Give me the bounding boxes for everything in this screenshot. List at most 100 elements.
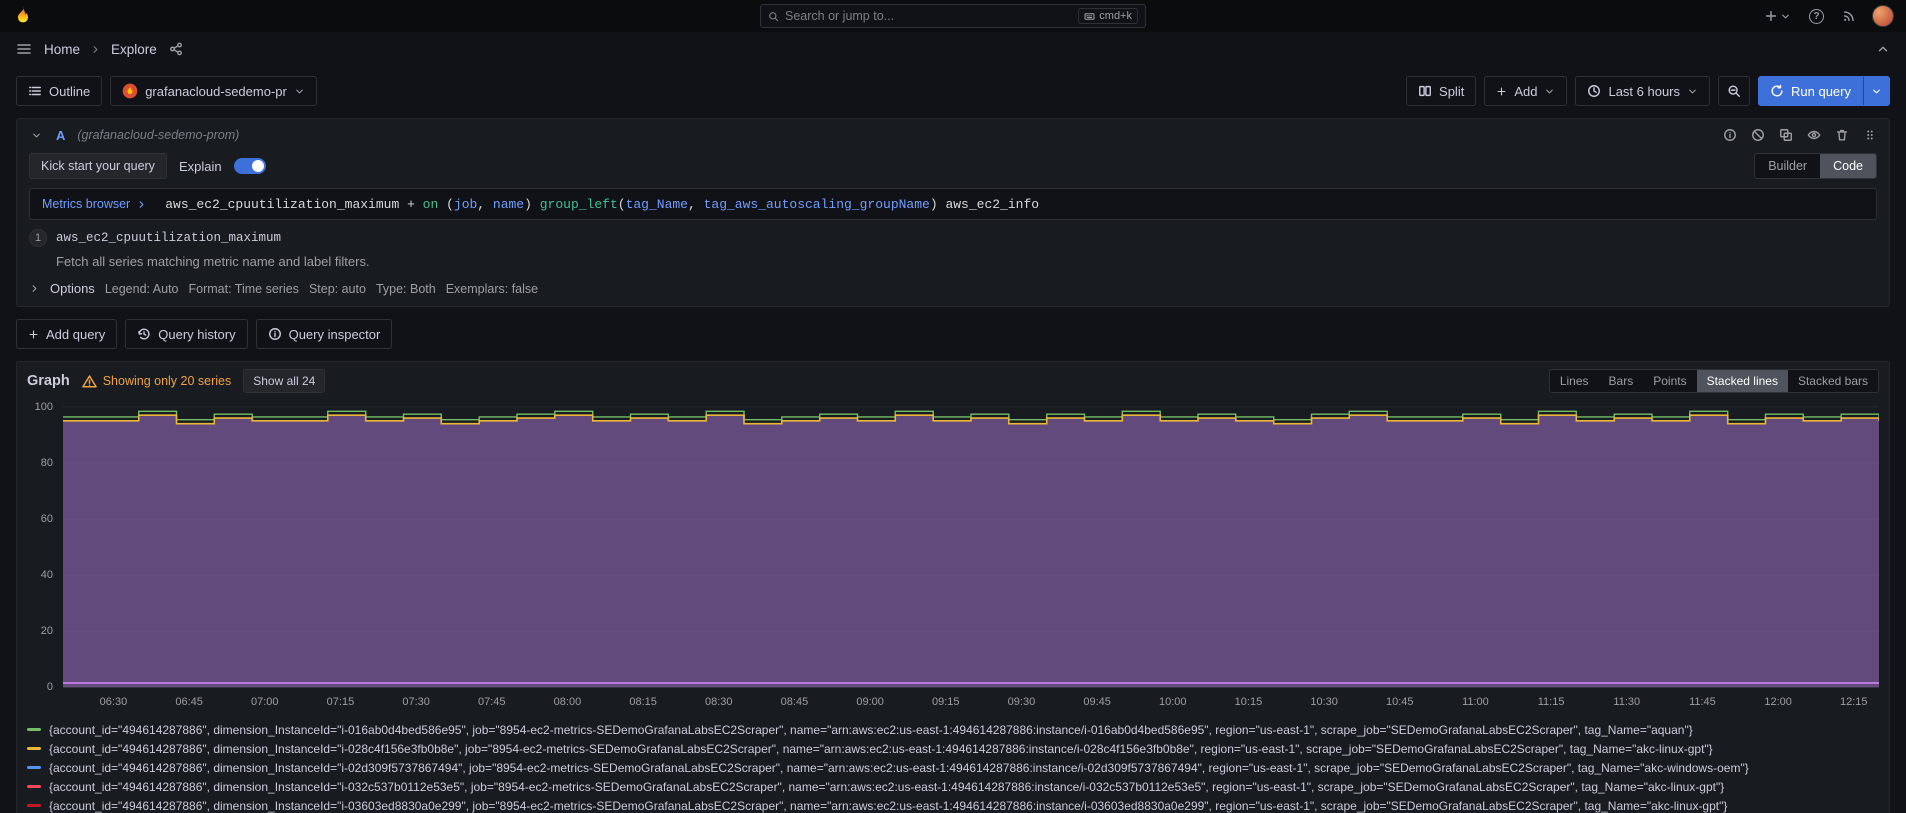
explore-page: Outline grafanacloud-sedemo-pr Split Add…	[0, 76, 1906, 813]
query-options-row[interactable]: Options Legend: AutoFormat: Time seriesS…	[29, 278, 1877, 296]
datasource-picker[interactable]: grafanacloud-sedemo-pr	[110, 76, 317, 106]
explain-section: 1 aws_ec2_cpuutilization_maximum Fetch a…	[29, 229, 1877, 269]
split-icon	[1418, 84, 1432, 98]
time-range-label: Last 6 hours	[1608, 84, 1680, 99]
x-axis-label: 12:15	[1840, 696, 1868, 708]
x-axis-label: 11:30	[1613, 696, 1640, 708]
legend-item[interactable]: {account_id="494614287886", dimension_In…	[27, 720, 1881, 739]
code-tab[interactable]: Code	[1820, 154, 1876, 178]
expression-token: ,	[688, 197, 704, 212]
kick-start-label: Kick start your query	[41, 159, 155, 173]
copy-icon	[1779, 128, 1793, 142]
split-button[interactable]: Split	[1406, 76, 1476, 106]
add-dropdown-button[interactable]: Add	[1484, 76, 1567, 106]
run-query-label: Run query	[1791, 84, 1851, 99]
breadcrumb-home[interactable]: Home	[44, 42, 80, 57]
hide-response-button[interactable]	[1807, 128, 1821, 142]
warning-triangle-icon	[82, 374, 97, 389]
expression-token: aws_ec2_cpuutilization_maximum	[165, 197, 399, 212]
query-row-header: A (grafanacloud-sedemo-prom)	[17, 119, 1889, 151]
chevron-down-icon	[1780, 11, 1791, 22]
add-query-button[interactable]: Add query	[16, 319, 117, 349]
duplicate-query-button[interactable]	[1779, 128, 1793, 142]
query-inspector-button[interactable]: Query inspector	[256, 319, 393, 349]
legend-series-label: {account_id="494614287886", dimension_In…	[49, 723, 1693, 737]
x-axis-label: 09:30	[1008, 696, 1036, 708]
legend-item[interactable]: {account_id="494614287886", dimension_In…	[27, 777, 1881, 796]
query-row-actions	[1723, 128, 1877, 142]
y-axis-label: 100	[35, 401, 53, 413]
add-label: Add	[1514, 84, 1537, 99]
query-ref-id[interactable]: A	[56, 128, 65, 143]
collapse-query-button[interactable]	[29, 128, 44, 143]
builder-tab[interactable]: Builder	[1755, 154, 1820, 178]
legend-item[interactable]: {account_id="494614287886", dimension_In…	[27, 758, 1881, 777]
share-shortlink-button[interactable]	[167, 40, 185, 58]
x-axis-label: 10:00	[1159, 696, 1187, 708]
new-menu-button[interactable]	[1762, 7, 1793, 25]
legend-series-label: {account_id="494614287886", dimension_In…	[49, 799, 1727, 813]
user-avatar[interactable]	[1872, 5, 1894, 27]
x-axis-label: 10:45	[1386, 696, 1414, 708]
info-circle-icon	[1723, 128, 1737, 142]
x-axis-label: 08:45	[781, 696, 809, 708]
show-all-series-button[interactable]: Show all 24	[243, 369, 325, 393]
history-icon	[137, 327, 151, 341]
legend-series-color	[27, 728, 41, 731]
expression-token: aws_ec2_info	[945, 197, 1039, 212]
zoom-out-icon	[1727, 84, 1741, 98]
chevron-up-icon	[1876, 42, 1890, 56]
plot-region[interactable]	[63, 401, 1879, 693]
legend-item[interactable]: {account_id="494614287886", dimension_In…	[27, 739, 1881, 758]
chart-area: 020406080100	[25, 401, 1881, 693]
drag-query-handle[interactable]	[1863, 128, 1877, 142]
query-datasource-hint: (grafanacloud-sedemo-prom)	[77, 128, 239, 142]
help-button[interactable]: ?	[1807, 7, 1826, 26]
remove-query-button[interactable]	[1835, 128, 1849, 142]
run-query-dropdown-button[interactable]	[1863, 76, 1890, 106]
stacked-area-chart[interactable]	[63, 401, 1879, 693]
query-history-button[interactable]: Query history	[125, 319, 247, 349]
query-inspector-label: Query inspector	[289, 327, 381, 342]
news-rss-button[interactable]	[1840, 7, 1858, 25]
query-editor-body: Kick start your query Explain Builder Co…	[17, 151, 1889, 306]
kick-start-button[interactable]: Kick start your query	[29, 153, 167, 179]
legend-series-label: {account_id="494614287886", dimension_In…	[49, 761, 1749, 775]
search-input[interactable]	[785, 9, 1072, 23]
y-axis-label: 0	[47, 681, 53, 693]
menu-button[interactable]	[14, 39, 34, 59]
graph-mode-lines[interactable]: Lines	[1550, 370, 1599, 392]
sync-icon	[1770, 84, 1784, 98]
graph-mode-points[interactable]: Points	[1643, 370, 1696, 392]
grafana-logo[interactable]	[12, 5, 34, 27]
graph-style-group: LinesBarsPointsStacked linesStacked bars	[1549, 369, 1879, 393]
legend-item[interactable]: {account_id="494614287886", dimension_In…	[27, 796, 1881, 813]
zoom-out-button[interactable]	[1718, 76, 1750, 106]
option-summary-item: Step: auto	[309, 282, 366, 296]
outline-label: Outline	[49, 84, 90, 99]
question-icon: ?	[1809, 9, 1824, 24]
time-range-picker[interactable]: Last 6 hours	[1575, 76, 1710, 106]
graph-mode-stacked-bars[interactable]: Stacked bars	[1788, 370, 1878, 392]
collapse-top-button[interactable]	[1874, 40, 1892, 58]
keyboard-shortcut-badge: cmd+k	[1078, 8, 1138, 24]
series-limit-warning-text: Showing only 20 series	[103, 374, 232, 388]
x-axis-label: 10:15	[1235, 696, 1263, 708]
disable-query-button[interactable]	[1751, 128, 1765, 142]
expression-token: on	[423, 197, 439, 212]
expression-token: name	[493, 197, 524, 212]
query-help-button[interactable]	[1723, 128, 1737, 142]
metrics-browser-button[interactable]: Metrics browser	[30, 189, 159, 219]
legend-series-color	[27, 747, 41, 750]
y-axis-label: 60	[41, 513, 53, 525]
x-axis-label: 11:45	[1689, 696, 1716, 708]
breadcrumb-current: Explore	[111, 42, 157, 57]
run-query-button[interactable]: Run query	[1758, 76, 1863, 106]
search-bar[interactable]: cmd+k	[760, 4, 1146, 28]
graph-mode-bars[interactable]: Bars	[1599, 370, 1644, 392]
graph-mode-stacked-lines[interactable]: Stacked lines	[1697, 370, 1788, 392]
explain-toggle[interactable]	[234, 158, 266, 174]
outline-button[interactable]: Outline	[16, 76, 102, 106]
promql-expression-input[interactable]: aws_ec2_cpuutilization_maximum + on (job…	[159, 189, 1876, 219]
options-summary: Legend: AutoFormat: Time seriesStep: aut…	[105, 282, 548, 296]
